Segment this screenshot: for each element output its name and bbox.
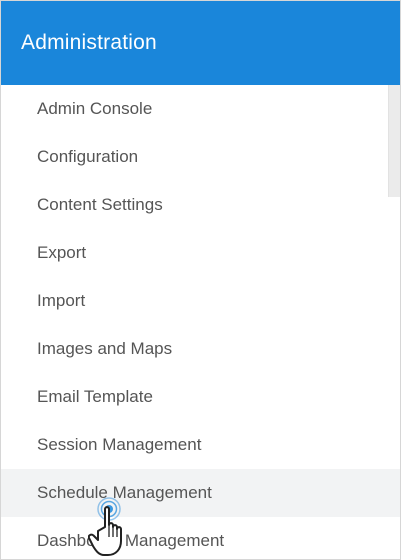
- menu-item-label: Import: [37, 291, 86, 310]
- header-title: Administration: [21, 31, 157, 54]
- menu-item-export[interactable]: Export: [1, 229, 400, 277]
- menu-item-content-settings[interactable]: Content Settings: [1, 181, 400, 229]
- menu-item-admin-console[interactable]: Admin Console: [1, 85, 400, 133]
- menu-item-label: Export: [37, 243, 87, 262]
- menu-item-session-management[interactable]: Session Management: [1, 421, 400, 469]
- menu-item-label: Admin Console: [37, 99, 153, 118]
- menu-item-label: Email Template: [37, 387, 153, 406]
- menu-item-email-template[interactable]: Email Template: [1, 373, 400, 421]
- menu-item-dashboard-management[interactable]: Dashboard Management: [1, 517, 400, 559]
- menu-item-label: Schedule Management: [37, 483, 212, 502]
- menu-item-configuration[interactable]: Configuration: [1, 133, 400, 181]
- menu-scrollbar-thumb[interactable]: [388, 85, 400, 197]
- administration-header[interactable]: Administration: [1, 1, 400, 85]
- menu-item-images-and-maps[interactable]: Images and Maps: [1, 325, 400, 373]
- menu-item-label: Images and Maps: [37, 339, 173, 358]
- menu-item-label: Configuration: [37, 147, 139, 166]
- menu-item-label: Dashboard Management: [37, 531, 225, 550]
- administration-panel: Administration Admin Console Configurati…: [0, 0, 401, 560]
- administration-menu: Admin Console Configuration Content Sett…: [1, 85, 400, 559]
- menu-item-import[interactable]: Import: [1, 277, 400, 325]
- menu-item-schedule-management[interactable]: Schedule Management: [1, 469, 400, 517]
- menu-item-label: Content Settings: [37, 195, 163, 214]
- menu-item-label: Session Management: [37, 435, 202, 454]
